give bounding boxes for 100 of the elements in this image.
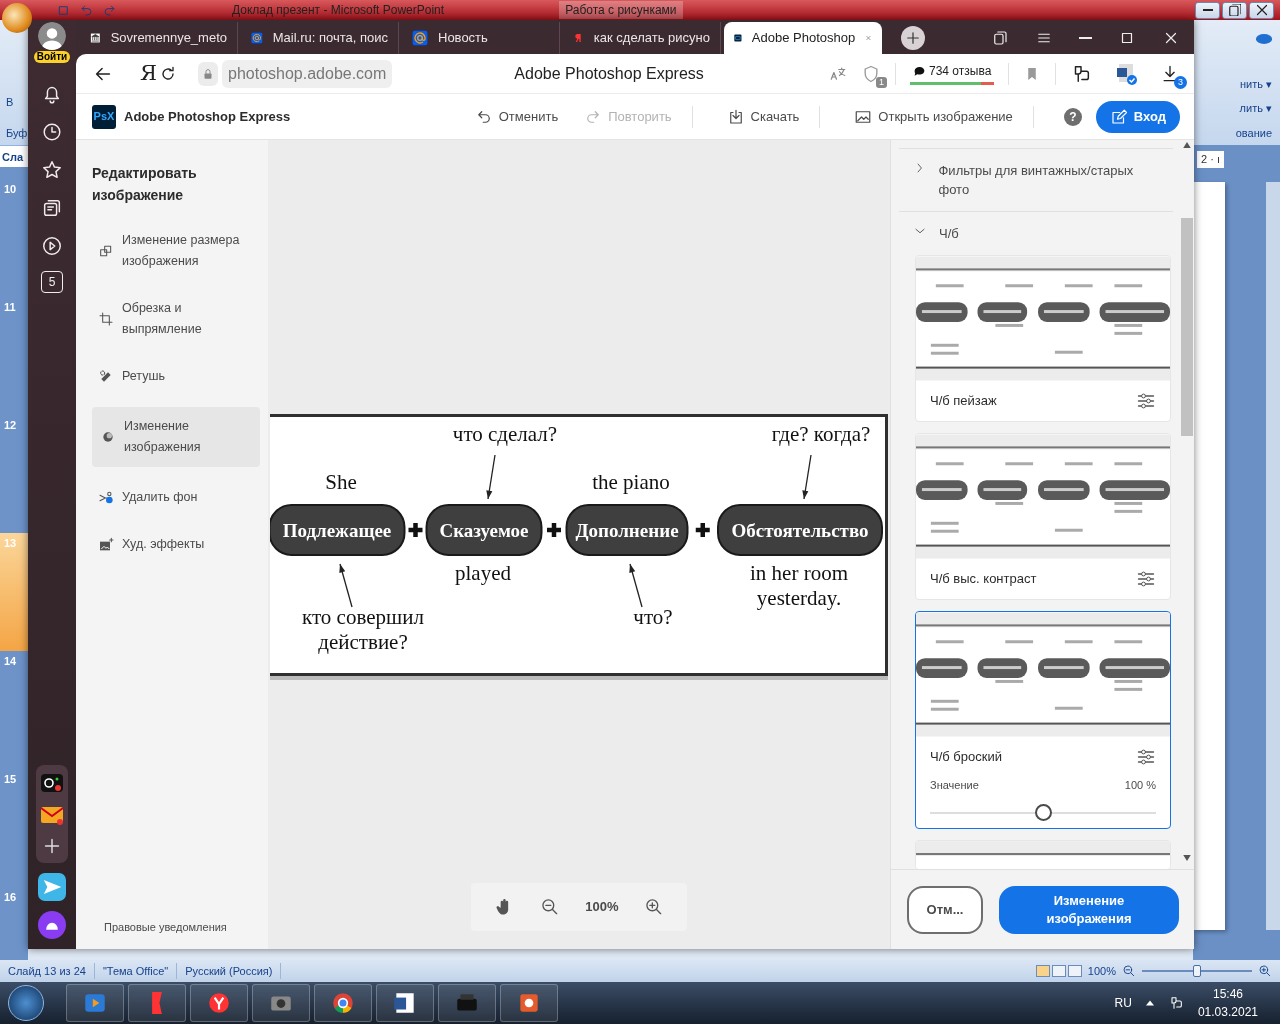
scissors-icon xyxy=(98,489,114,506)
view-button[interactable] xyxy=(1035,965,1050,977)
slider-thumb[interactable] xyxy=(1035,803,1052,821)
tool-item[interactable]: Худ. эффекты xyxy=(92,528,260,561)
slider-thumb[interactable] xyxy=(1193,965,1201,977)
ribbon-label[interactable]: лить ▾ xyxy=(1239,100,1272,117)
filter-card[interactable]: Ч/б броский Значение 100 % xyxy=(915,611,1171,829)
at-sign-icon xyxy=(251,30,263,46)
arrow xyxy=(629,562,643,608)
restore-icon xyxy=(1228,4,1241,16)
close-button[interactable] xyxy=(1249,1,1274,19)
help-button[interactable]: ? xyxy=(1063,107,1082,126)
language-indicator[interactable]: RU xyxy=(1114,994,1132,1012)
slide-number: 11 xyxy=(4,300,16,315)
new-tab-button[interactable] xyxy=(901,26,925,50)
diagram-node: Подлежащее xyxy=(270,503,406,556)
home-button[interactable]: Я xyxy=(140,57,158,90)
send-icon[interactable] xyxy=(38,873,66,901)
slider-label: Значение xyxy=(930,778,979,793)
app-name: Adobe Photoshop Express xyxy=(124,107,291,126)
view-button[interactable] xyxy=(1051,965,1066,977)
login-badge[interactable]: Войти xyxy=(33,51,71,63)
redo-icon[interactable] xyxy=(102,2,117,18)
example-label: played xyxy=(455,560,511,585)
flag-icon xyxy=(152,992,162,1014)
translate-icon[interactable] xyxy=(829,64,847,83)
play-icon[interactable] xyxy=(41,235,63,257)
download-button[interactable]: Скачать xyxy=(720,102,806,131)
tool-item[interactable]: Обрезка и выпрямление xyxy=(92,292,260,346)
tool-item[interactable]: Изменение размера изображения xyxy=(92,224,260,278)
tool-item[interactable]: Изменение изображения xyxy=(92,407,260,467)
scrollbar[interactable] xyxy=(1266,181,1280,930)
filter-card[interactable]: Ч/б выс. контраст xyxy=(915,433,1171,600)
tool-item[interactable]: Удалить фон xyxy=(92,481,260,514)
panel-title: Редактировать изображение xyxy=(92,164,198,205)
scroll-thumb[interactable] xyxy=(1181,218,1193,436)
status-text: Русский (Россия) xyxy=(177,962,282,980)
filter-card[interactable]: Ч/б пейзаж xyxy=(915,255,1171,422)
clock-date[interactable]: 01.03.2021 xyxy=(1197,1003,1258,1021)
panel-tab[interactable]: Сла xyxy=(0,145,28,167)
taskbar-app-button[interactable] xyxy=(314,984,372,1022)
filter-group-header[interactable]: Фильтры для винтажных/старых фото xyxy=(899,148,1173,211)
page-title: Adobe Photoshop Express xyxy=(514,63,705,84)
view-button[interactable] xyxy=(1067,965,1082,977)
restore-button[interactable] xyxy=(1222,1,1247,19)
taskbar-app-button[interactable] xyxy=(500,984,558,1022)
slide-number: 10 xyxy=(4,182,17,197)
open-button[interactable]: Открыть изображение xyxy=(848,102,1019,131)
context-tab-title: Работа с рисунками xyxy=(559,1,683,19)
app-logo: PsX xyxy=(92,104,116,129)
assistant-icon[interactable] xyxy=(38,911,66,939)
pen-icon xyxy=(1109,107,1128,126)
browser-tab[interactable]: Adobe Photoshop xyxy=(724,22,882,54)
clock-icon[interactable] xyxy=(41,121,63,143)
tool-item[interactable]: Ретушь xyxy=(92,360,260,393)
scroll-up-icon[interactable] xyxy=(1183,142,1191,148)
star-icon[interactable] xyxy=(41,159,63,181)
collections-icon[interactable] xyxy=(41,197,63,219)
clock-time[interactable]: 15:46 xyxy=(1212,985,1243,1003)
colored-circle-icon xyxy=(330,990,356,1016)
minimize-icon xyxy=(1202,9,1213,11)
ribbon-label[interactable]: ование xyxy=(1235,124,1272,141)
crop-icon xyxy=(98,311,114,327)
sliders-icon[interactable] xyxy=(1136,747,1156,767)
sliders-icon[interactable] xyxy=(1136,569,1156,589)
browser-icon xyxy=(206,990,232,1016)
ribbon-label[interactable]: нить ▾ xyxy=(1239,75,1272,92)
filter-name: Ч/б пейзаж xyxy=(930,392,997,411)
start-button[interactable] xyxy=(8,985,44,1021)
office-button[interactable] xyxy=(2,3,32,33)
cancel-button[interactable]: Отм... xyxy=(907,885,983,934)
address-field[interactable]: photoshop.adobe.com xyxy=(222,59,393,88)
camera-icon[interactable] xyxy=(40,771,64,795)
up-arrow-icon[interactable] xyxy=(1145,999,1154,1007)
document-icon[interactable] xyxy=(1114,61,1138,86)
sliders-icon[interactable] xyxy=(1136,391,1156,411)
taskbar-app-button[interactable] xyxy=(376,984,434,1022)
login-button[interactable]: Вход xyxy=(1095,100,1180,133)
zoom-in-icon[interactable] xyxy=(1258,964,1272,978)
question-label: что? xyxy=(633,604,673,629)
plus-icon xyxy=(904,29,922,47)
zoom-out-icon[interactable] xyxy=(539,897,560,917)
arrow xyxy=(486,453,496,500)
scroll-down-icon[interactable] xyxy=(1183,855,1191,861)
lock-button[interactable] xyxy=(198,61,218,86)
question-label: кто совершил действие? xyxy=(302,604,424,654)
minimize-button[interactable] xyxy=(1195,1,1220,19)
undo-button[interactable]: Отменить xyxy=(468,102,565,131)
undo-icon[interactable] xyxy=(79,2,94,18)
tab-list-icon[interactable] xyxy=(991,29,1009,47)
taskbar-app-button[interactable] xyxy=(190,984,248,1022)
ruler-text: 2 · ı xyxy=(1197,151,1224,168)
diagram-node: Дополнение xyxy=(565,503,689,556)
help-icon[interactable] xyxy=(1256,34,1272,44)
zoom-out-icon[interactable] xyxy=(1122,964,1136,978)
legal-link[interactable]: Правовые уведомления xyxy=(92,918,260,935)
counter-icon[interactable]: 5 xyxy=(41,271,63,293)
apply-button[interactable]: Изменение изображения xyxy=(999,885,1179,934)
avatar-icon[interactable] xyxy=(38,22,66,50)
reviews-link[interactable]: 734 отзыва xyxy=(912,62,992,80)
